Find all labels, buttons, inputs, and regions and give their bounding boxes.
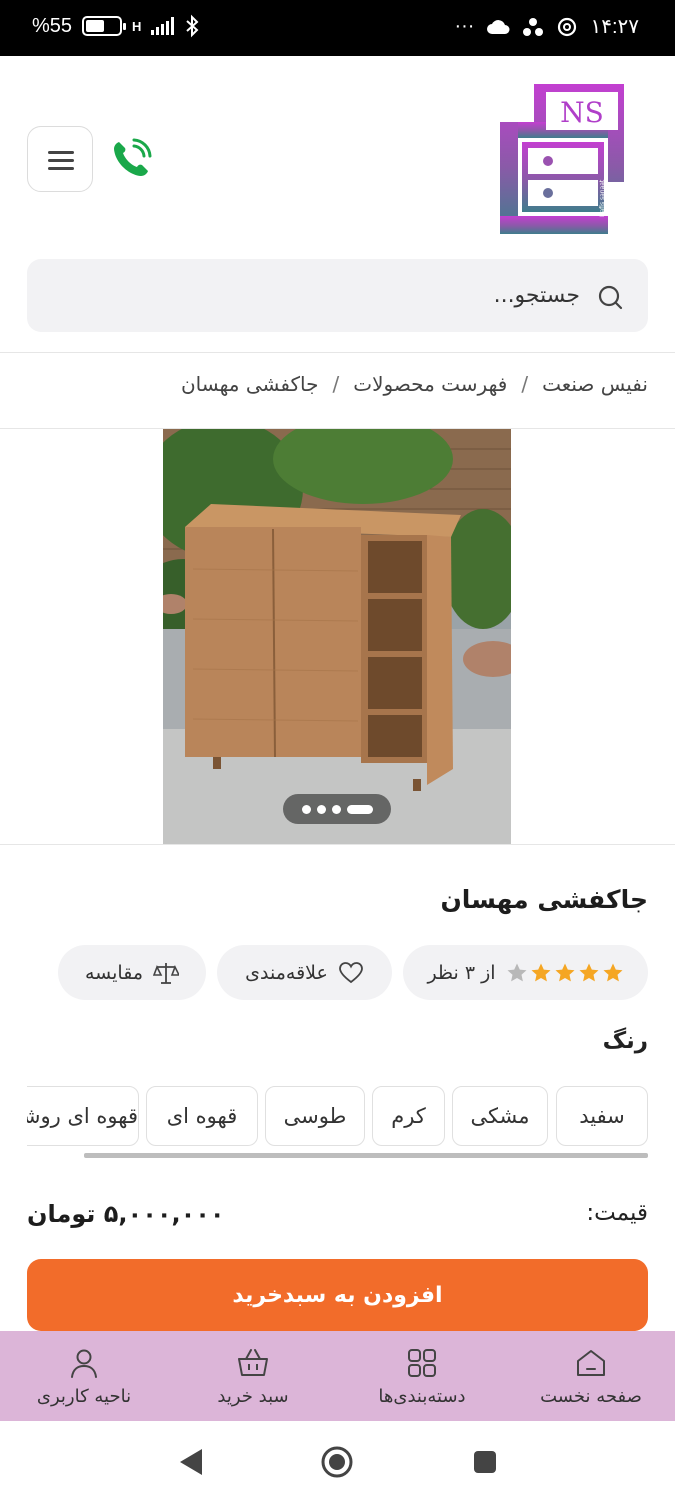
divider: [0, 352, 675, 353]
star-icon: [603, 963, 623, 981]
nav-cart[interactable]: سبد خرید: [169, 1331, 337, 1421]
color-section-title: رنگ: [602, 1028, 648, 1054]
color-option-cream[interactable]: کرم: [372, 1086, 445, 1146]
grid-icon: [408, 1348, 436, 1377]
nav-account-label: ناحیه کاربری: [36, 1385, 132, 1407]
breadcrumb-products[interactable]: فهرست محصولات: [353, 372, 507, 396]
product-image[interactable]: [163, 429, 511, 844]
scale-icon: [153, 962, 180, 984]
hamburger-line: [48, 159, 74, 162]
search-input[interactable]: [80, 259, 580, 332]
color-scrollbar[interactable]: [84, 1153, 648, 1158]
compare-button[interactable]: مقایسه: [58, 945, 206, 1000]
basket-icon: [238, 1348, 268, 1376]
color-option-white[interactable]: سفید: [556, 1086, 648, 1146]
threads-icon: [558, 17, 577, 36]
rating-chip[interactable]: از ۳ نظر: [403, 945, 648, 1000]
price-value: ۵,۰۰۰,۰۰۰ تومان: [27, 1200, 225, 1228]
color-option-light-brown[interactable]: قهوه ای روشن: [27, 1086, 139, 1146]
compare-label: مقایسه: [85, 961, 144, 984]
add-to-cart-button[interactable]: افزودن به سبدخرید: [27, 1259, 648, 1331]
home-button-icon[interactable]: [320, 1445, 354, 1479]
star-icon: [555, 963, 575, 981]
status-bar: %55 H ··· ۱۴:۲۷: [0, 0, 675, 56]
home-icon: [577, 1349, 605, 1376]
carousel-dot[interactable]: [301, 804, 311, 814]
menu-button[interactable]: [27, 126, 93, 192]
reviews-count: از ۳ نظر: [427, 961, 496, 984]
nav-home[interactable]: صفحه نخست: [507, 1331, 675, 1421]
star-icon: [507, 963, 527, 981]
back-icon[interactable]: [178, 1447, 204, 1477]
star-icon: [531, 963, 551, 981]
logo-text: NS: [560, 96, 604, 129]
nav-home-label: صفحه نخست: [540, 1385, 642, 1407]
carousel-dot[interactable]: [316, 804, 326, 814]
bluetooth-icon: [186, 14, 199, 38]
clock: ۱۴:۲۷: [590, 16, 639, 38]
site-logo[interactable]: NS Nafis sanaat: [498, 82, 626, 236]
carousel-dot[interactable]: [331, 804, 341, 814]
breadcrumb-separator: /: [332, 372, 340, 396]
phone-icon[interactable]: [110, 138, 152, 180]
signal-icon: [151, 17, 175, 35]
image-carousel-indicator[interactable]: [283, 794, 391, 824]
color-option-brown[interactable]: قهوه ای: [146, 1086, 258, 1146]
rating-stars: [506, 962, 624, 984]
search-icon[interactable]: [596, 283, 624, 311]
breadcrumb-home[interactable]: نفیس صنعت: [542, 372, 648, 396]
battery-icon: [82, 16, 127, 36]
status-left: %55 H: [32, 14, 200, 38]
divider: [0, 844, 675, 845]
color-option-gray[interactable]: طوسی: [265, 1086, 365, 1146]
hamburger-line: [48, 167, 74, 170]
more-notifications-icon: ···: [454, 15, 475, 37]
breadcrumb-separator: /: [521, 372, 529, 396]
star-icon: [579, 963, 599, 981]
user-icon: [71, 1349, 97, 1378]
carousel-dot[interactable]: [346, 804, 373, 814]
hamburger-icon: [48, 151, 74, 154]
nav-categories-label: دسته‌بندی‌ها: [378, 1385, 466, 1407]
heart-icon: [338, 961, 363, 983]
cloud-icon: [487, 19, 510, 34]
product-title: جاکفشی مهسان: [440, 885, 648, 914]
nav-categories[interactable]: دسته‌بندی‌ها: [338, 1331, 506, 1421]
price-label: قیمت:: [586, 1200, 648, 1226]
battery-percent: %55: [32, 14, 73, 37]
color-option-black[interactable]: مشکی: [452, 1086, 548, 1146]
app-notification-icon: [523, 17, 544, 36]
wishlist-label: علاقه‌مندی: [245, 961, 328, 984]
wishlist-button[interactable]: علاقه‌مندی: [217, 945, 392, 1000]
nav-account[interactable]: ناحیه کاربری: [0, 1331, 168, 1421]
nav-cart-label: سبد خرید: [217, 1385, 289, 1407]
recents-icon[interactable]: [472, 1449, 498, 1475]
bottom-navigation: ناحیه کاربری سبد خرید دسته‌بندی‌ها صفحه …: [0, 1331, 675, 1421]
breadcrumb: نفیس صنعت / فهرست محصولات / جاکفشی مهسان: [181, 372, 648, 396]
color-options: سفید مشکی کرم طوسی قهوه ای قهوه ای روشن: [27, 1086, 648, 1146]
breadcrumb-current: جاکفشی مهسان: [180, 372, 319, 396]
logo-caption: Nafis sanaat: [599, 179, 606, 217]
search-bar[interactable]: [27, 259, 648, 332]
system-navigation-bar: [0, 1421, 675, 1500]
status-right: ··· ۱۴:۲۷: [454, 14, 639, 39]
network-type: H: [132, 18, 142, 34]
